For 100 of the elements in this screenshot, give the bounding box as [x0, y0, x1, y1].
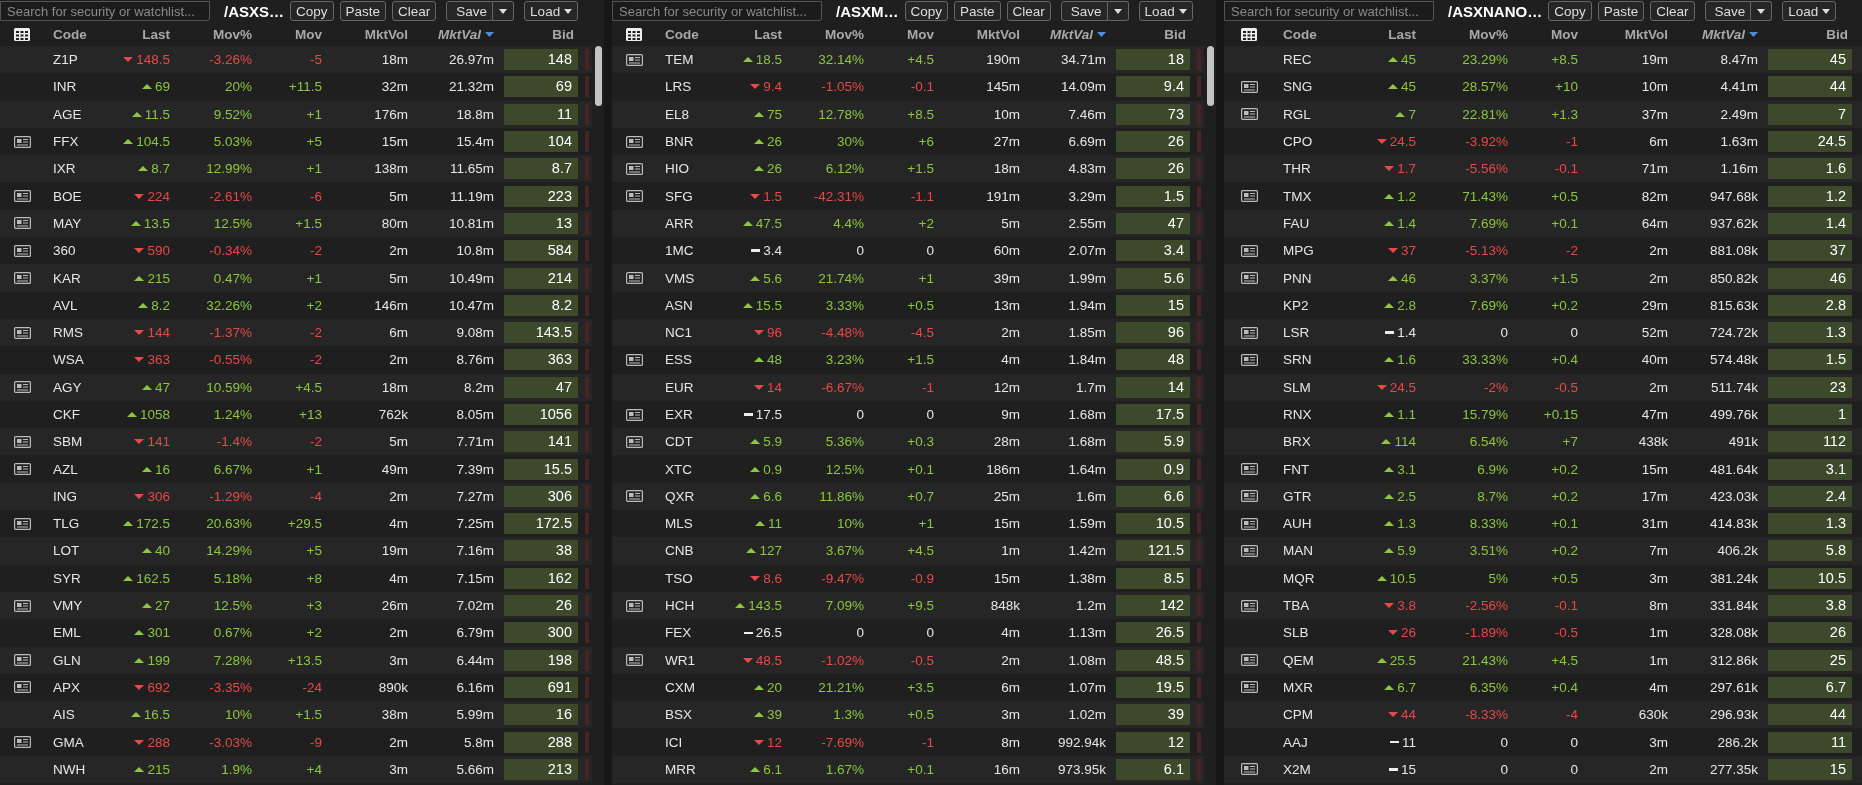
code-header[interactable]: Code	[1283, 26, 1317, 42]
table-row[interactable]: PNN 46 3.37% +1.5 2m 850.82k 46	[1224, 264, 1862, 292]
newspaper-icon[interactable]	[625, 435, 643, 448]
newspaper-icon[interactable]	[13, 135, 31, 148]
search-field[interactable]: Search for security or watchlist...	[612, 1, 822, 21]
grid-icon[interactable]	[626, 27, 642, 41]
toolbar-button[interactable]: Paste	[1597, 1, 1645, 21]
bid-header[interactable]: Bid	[552, 26, 574, 42]
table-row[interactable]: NC1 96 -4.48% -4.5 2m 1.85m 96	[612, 318, 1204, 347]
table-row[interactable]: GLN 199 7.28% +13.5 3m 6.44m 198	[0, 646, 592, 674]
toolbar-button[interactable]: Copy	[290, 1, 334, 21]
newspaper-icon[interactable]	[13, 463, 31, 476]
newspaper-icon[interactable]	[1240, 681, 1258, 694]
newspaper-icon[interactable]	[1240, 517, 1258, 530]
table-row[interactable]: SLM 24.5 -2% -0.5 2m 511.74k 23	[1224, 373, 1862, 401]
newspaper-icon[interactable]	[13, 381, 31, 394]
toolbar-button[interactable]: Copy	[1548, 1, 1592, 21]
table-row[interactable]: AIS 16.5 10% +1.5 38m 5.99m 16	[0, 701, 592, 729]
newspaper-icon[interactable]	[1240, 654, 1258, 667]
toolbar-button[interactable]: Paste	[339, 1, 387, 21]
table-row[interactable]: NWH 215 1.9% +4 3m 5.66m 213	[0, 755, 592, 783]
toolbar-button[interactable]: Copy	[904, 1, 949, 21]
newspaper-icon[interactable]	[625, 135, 643, 148]
value-header[interactable]: MktVal	[1702, 26, 1745, 42]
newspaper-icon[interactable]	[1240, 244, 1258, 257]
newspaper-icon[interactable]	[13, 244, 31, 257]
table-row[interactable]: BSX 39 1.3% +0.5 3m 1.02m 39	[612, 701, 1204, 729]
toolbar-button[interactable]: Paste	[954, 1, 1001, 21]
search-field[interactable]: Search for security or watchlist...	[0, 1, 210, 21]
table-row[interactable]: GTR 2.5 8.7% +0.2 17m 423.03k 2.4	[1224, 482, 1862, 511]
newspaper-icon[interactable]	[13, 217, 31, 230]
table-row[interactable]: AGE 11.5 9.52% +1 176m 18.8m 11	[0, 100, 592, 128]
table-row[interactable]: Z1P 148.5 -3.26% -5 18m 26.97m 148	[0, 46, 592, 74]
newspaper-icon[interactable]	[625, 654, 643, 667]
table-row[interactable]: RMS 144 -1.37% -2 6m 9.08m 143.5	[0, 318, 592, 347]
newspaper-icon[interactable]	[625, 490, 643, 503]
newspaper-icon[interactable]	[1240, 80, 1258, 93]
table-row[interactable]: CDT 5.9 5.36% +0.3 28m 1.68m 5.9	[612, 428, 1204, 456]
table-row[interactable]: ING 306 -1.29% -4 2m 7.27m 306	[0, 482, 592, 511]
dropdown-button[interactable]: Load	[524, 1, 579, 21]
mov-pct-header[interactable]: Mov%	[1469, 26, 1508, 42]
newspaper-icon[interactable]	[13, 654, 31, 667]
table-row[interactable]: IXR 8.7 12.99% +1 138m 11.65m 8.7	[0, 155, 592, 183]
table-row[interactable]: EUR 14 -6.67% -1 12m 1.7m 14	[612, 373, 1204, 401]
table-row[interactable]: VMY 27 12.5% +3 26m 7.02m 26	[0, 591, 592, 620]
code-header[interactable]: Code	[665, 26, 699, 42]
table-row[interactable]: THR 1.7 -5.56% -0.1 71m 1.16m 1.6	[1224, 155, 1862, 183]
volume-header[interactable]: MktVol	[1624, 26, 1668, 42]
toolbar-button[interactable]: Clear	[1006, 1, 1051, 21]
newspaper-icon[interactable]	[1240, 272, 1258, 284]
dropdown-button[interactable]	[493, 1, 515, 21]
newspaper-icon[interactable]	[1240, 353, 1258, 366]
table-row[interactable]: RGL 7 22.81% +1.3 37m 2.49m 7	[1224, 100, 1862, 128]
scrollbar-thumb[interactable]	[594, 46, 602, 106]
dropdown-button[interactable]	[1751, 1, 1773, 21]
table-row[interactable]: EL8 75 12.78% +8.5 10m 7.46m 73	[612, 100, 1204, 128]
table-row[interactable]: MAN 5.9 3.51% +0.2 7m 406.2k 5.8	[1224, 537, 1862, 565]
table-row[interactable]: LSR 1.4 0 0 52m 724.72k 1.3	[1224, 318, 1862, 347]
table-row[interactable]: FAU 1.4 7.69% +0.1 64m 937.62k 1.4	[1224, 209, 1862, 238]
newspaper-icon[interactable]	[13, 517, 31, 530]
newspaper-icon[interactable]	[13, 681, 31, 694]
table-row[interactable]: VMS 5.6 21.74% +1 39m 1.99m 5.6	[612, 264, 1204, 292]
toolbar-button[interactable]: Save	[1704, 1, 1752, 21]
newspaper-icon[interactable]	[1240, 763, 1258, 776]
newspaper-icon[interactable]	[13, 736, 31, 749]
search-field[interactable]: Search for security or watchlist...	[1224, 1, 1434, 21]
dropdown-button[interactable]: Load	[1138, 1, 1193, 21]
newspaper-icon[interactable]	[13, 190, 31, 203]
toolbar-button[interactable]: Save	[1060, 1, 1108, 21]
table-row[interactable]: BRX 114 6.54% +7 438k 491k 112	[1224, 428, 1862, 456]
table-row[interactable]: SBM 141 -1.4% -2 5m 7.71m 141	[0, 428, 592, 456]
newspaper-icon[interactable]	[1240, 545, 1258, 557]
newspaper-icon[interactable]	[1240, 108, 1258, 121]
value-header[interactable]: MktVal	[438, 26, 481, 42]
table-row[interactable]: TBA 3.8 -2.56% -0.1 8m 331.84k 3.8	[1224, 591, 1862, 620]
newspaper-icon[interactable]	[625, 599, 643, 612]
newspaper-icon[interactable]	[625, 53, 643, 66]
newspaper-icon[interactable]	[13, 326, 31, 339]
toolbar-button[interactable]: Clear	[1650, 1, 1695, 21]
mov-header[interactable]: Mov	[295, 26, 322, 42]
mov-header[interactable]: Mov	[907, 26, 934, 42]
mov-pct-header[interactable]: Mov%	[213, 26, 252, 42]
table-row[interactable]: ARR 47.5 4.4% +2 5m 2.55m 47	[612, 209, 1204, 238]
volume-header[interactable]: MktVol	[976, 26, 1020, 42]
table-row[interactable]: AGY 47 10.59% +4.5 18m 8.2m 47	[0, 373, 592, 401]
grid-icon[interactable]	[14, 27, 30, 41]
table-row[interactable]: REC 45 23.29% +8.5 19m 8.47m 45	[1224, 46, 1862, 74]
table-row[interactable]: CPM 44 -8.33% -4 630k 296.93k 44	[1224, 701, 1862, 729]
newspaper-icon[interactable]	[1240, 599, 1258, 612]
table-row[interactable]: X2M 15 0 0 2m 277.35k 15	[1224, 755, 1862, 783]
newspaper-icon[interactable]	[625, 272, 643, 284]
bid-header[interactable]: Bid	[1164, 26, 1186, 42]
newspaper-icon[interactable]	[1240, 490, 1258, 503]
table-row[interactable]: WR1 48.5 -1.02% -0.5 2m 1.08m 48.5	[612, 646, 1204, 674]
table-row[interactable]: CNB 127 3.67% +4.5 1m 1.42m 121.5	[612, 537, 1204, 565]
last-header[interactable]: Last	[142, 26, 170, 42]
volume-header[interactable]: MktVol	[364, 26, 408, 42]
code-header[interactable]: Code	[53, 26, 87, 42]
newspaper-icon[interactable]	[1240, 190, 1258, 203]
table-row[interactable]: KAR 215 0.47% +1 5m 10.49m 214	[0, 264, 592, 292]
